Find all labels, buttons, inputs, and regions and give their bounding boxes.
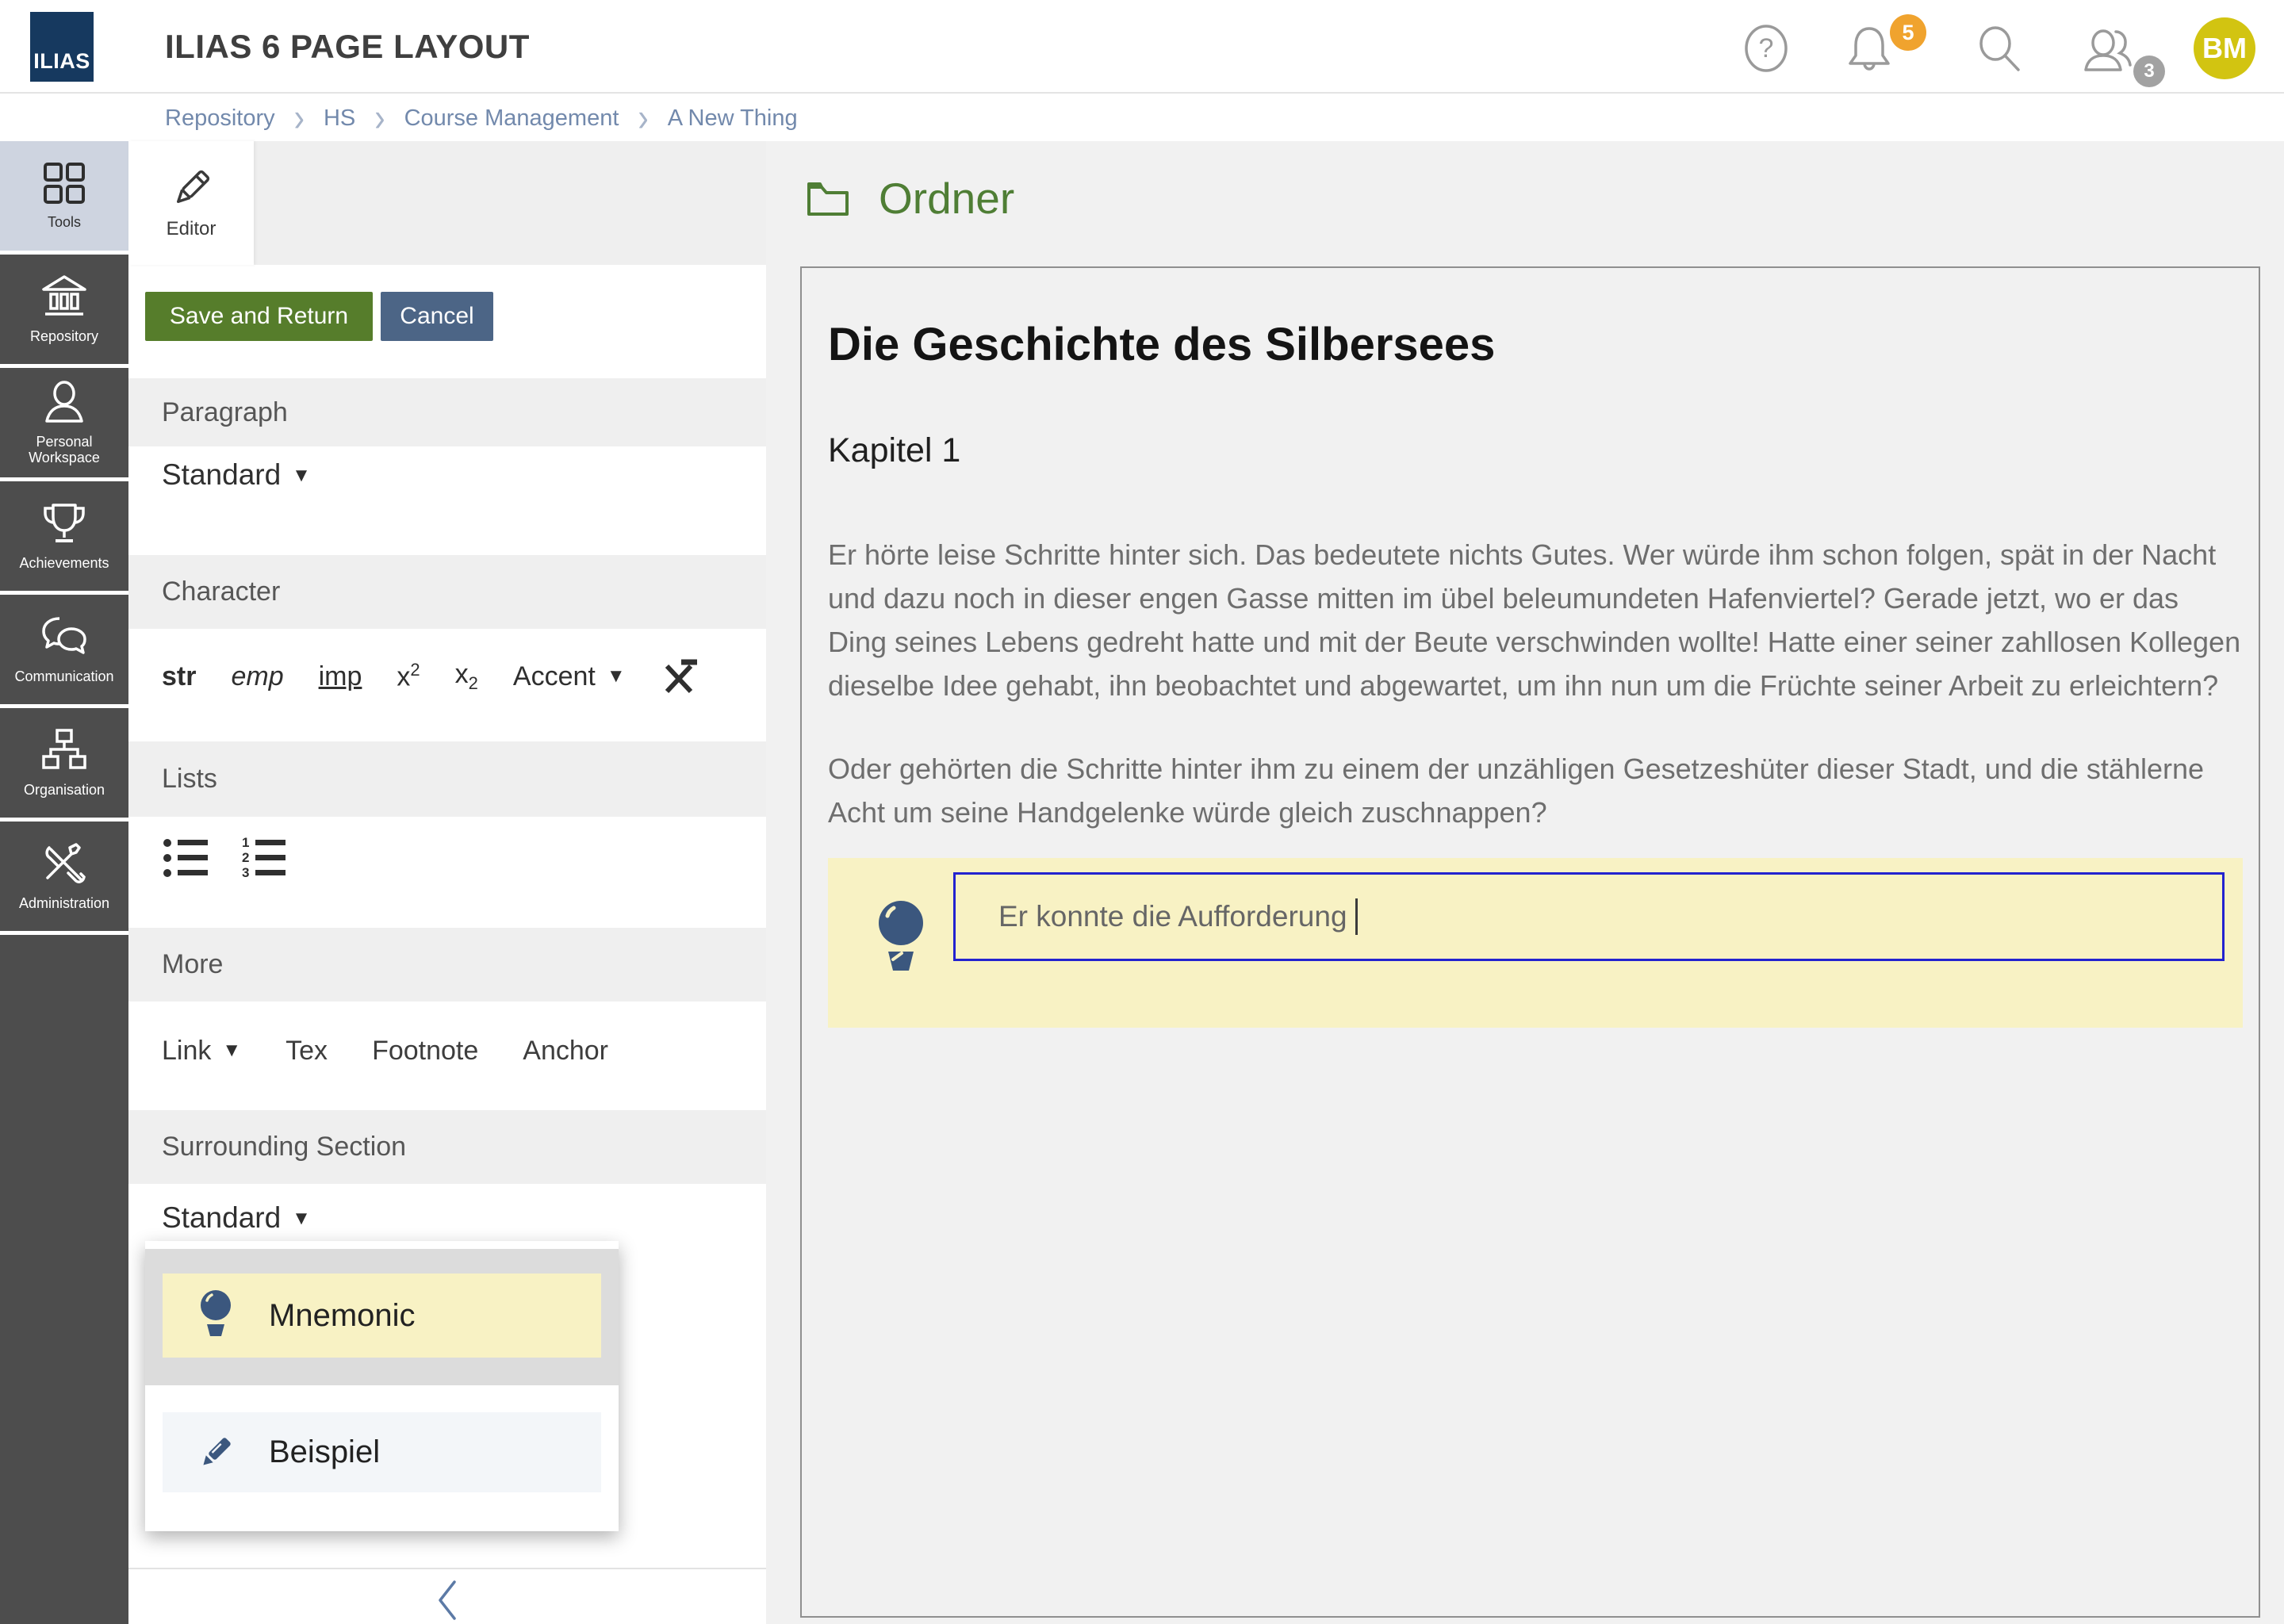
surrounding-style-dropdown[interactable]: Standard▼ — [162, 1201, 311, 1235]
text-cursor — [1355, 898, 1358, 935]
subscript-button[interactable]: x2 — [455, 659, 478, 694]
emphasis-format-button[interactable]: emp — [231, 661, 283, 692]
grid-icon — [41, 162, 87, 205]
chevron-down-icon: ▼ — [292, 1208, 311, 1230]
breadcrumb: Repository › HS › Course Management › A … — [0, 95, 2284, 141]
user-avatar[interactable]: BM — [2194, 17, 2255, 79]
clear-formatting-icon[interactable] — [661, 658, 699, 695]
page-editor-canvas[interactable]: Die Geschichte des Silbersees Kapitel 1 … — [800, 266, 2260, 1618]
bullet-list-icon[interactable] — [162, 835, 211, 881]
help-icon[interactable]: ? — [1743, 24, 1789, 73]
object-title: Ordner — [879, 173, 1014, 224]
section-header-lists: Lists — [128, 741, 766, 817]
breadcrumb-hs[interactable]: HS — [324, 105, 355, 132]
section-header-surrounding-section: Surrounding Section — [128, 1110, 766, 1184]
lightbulb-icon — [877, 899, 925, 982]
article-title: Die Geschichte des Silbersees — [828, 317, 2243, 373]
notifications-bell-icon[interactable] — [1845, 24, 1894, 75]
mnemonic-input-value: Er konnte die Aufforderung — [998, 900, 1347, 933]
top-header-bar: ILIAS ILIAS 6 PAGE LAYOUT ? 5 3 BM — [0, 0, 2284, 94]
anchor-button[interactable]: Anchor — [523, 1036, 608, 1067]
article-paragraph: Oder gehörten die Schritte hinter ihm zu… — [828, 747, 2243, 834]
sidebar-filler — [0, 935, 128, 1624]
sidebar-item-repository[interactable]: Repository — [0, 255, 128, 364]
sidebar-item-organisation[interactable]: Organisation — [0, 708, 128, 818]
surrounding-style-dropdown-menu: Mnemonic Beispiel — [145, 1241, 619, 1531]
svg-text:2: 2 — [242, 850, 249, 865]
trophy-icon — [40, 501, 89, 546]
superscript-button[interactable]: x2 — [397, 660, 420, 692]
collapse-panel-button[interactable] — [423, 1576, 471, 1624]
accent-dropdown[interactable]: Accent▼ — [513, 661, 626, 692]
svg-text:3: 3 — [242, 865, 249, 880]
lightbulb-icon — [198, 1289, 233, 1342]
online-users-icon[interactable] — [2079, 24, 2140, 75]
content-area: Ordner Die Geschichte des Silbersees Kap… — [766, 141, 2284, 1624]
editor-tool-panel: Editor Save and Return Cancel Paragraph … — [128, 141, 766, 1624]
pencil-icon — [198, 1429, 233, 1477]
paragraph-style-dropdown[interactable]: Standard▼ — [162, 458, 311, 492]
sidebar-item-communication[interactable]: Communication — [0, 595, 128, 704]
important-format-button[interactable]: imp — [319, 661, 362, 692]
pencil-icon — [168, 166, 214, 212]
section-header-more: More — [128, 928, 766, 1002]
tex-button[interactable]: Tex — [286, 1036, 328, 1067]
section-header-paragraph: Paragraph — [128, 378, 766, 446]
footnote-button[interactable]: Footnote — [372, 1036, 478, 1067]
mnemonic-text-input[interactable]: Er konnte die Aufforderung — [953, 872, 2225, 961]
chevron-down-icon: ▼ — [222, 1040, 241, 1062]
dropdown-option-mnemonic[interactable]: Mnemonic — [163, 1274, 601, 1358]
bank-icon — [40, 274, 88, 319]
online-users-count-badge[interactable]: 3 — [2133, 56, 2165, 87]
cancel-button[interactable]: Cancel — [381, 292, 493, 341]
sidebar-item-achievements[interactable]: Achievements — [0, 481, 128, 591]
sidebar-item-personal-workspace[interactable]: Personal Workspace — [0, 368, 128, 477]
sidebar-item-administration[interactable]: Administration — [0, 822, 128, 931]
tab-editor[interactable]: Editor — [128, 141, 254, 265]
chat-bubbles-icon — [39, 615, 90, 659]
tools-crossed-icon — [40, 841, 89, 886]
editor-tabstrip: Editor — [128, 141, 766, 265]
strong-format-button[interactable]: str — [162, 661, 196, 692]
page-title: ILIAS 6 PAGE LAYOUT — [165, 0, 530, 94]
dropdown-option-hover: Mnemonic — [145, 1249, 619, 1385]
svg-text:1: 1 — [242, 835, 249, 850]
breadcrumb-a-new-thing[interactable]: A New Thing — [668, 105, 798, 132]
chevron-down-icon: ▼ — [607, 665, 626, 688]
svg-text:?: ? — [1759, 33, 1774, 63]
article-chapter-heading: Kapitel 1 — [828, 430, 2243, 471]
section-header-character: Character — [128, 555, 766, 629]
numbered-list-icon[interactable]: 1 2 3 — [240, 835, 289, 881]
article-paragraph: Er hörte leise Schritte hinter sich. Das… — [828, 533, 2243, 707]
breadcrumb-separator-icon: › — [638, 104, 648, 132]
notification-count-badge[interactable]: 5 — [1890, 14, 1926, 51]
person-icon — [40, 380, 88, 424]
save-and-return-button[interactable]: Save and Return — [145, 292, 373, 341]
folder-icon — [806, 179, 850, 217]
dropdown-option-beispiel[interactable]: Beispiel — [163, 1412, 601, 1492]
object-header: Ordner — [806, 173, 1014, 224]
mnemonic-section: Er konnte die Aufforderung — [828, 858, 2243, 1028]
ilias-logo[interactable]: ILIAS — [30, 12, 94, 82]
chevron-left-icon — [435, 1580, 459, 1621]
breadcrumb-repository[interactable]: Repository — [165, 105, 275, 132]
chevron-down-icon: ▼ — [292, 465, 311, 487]
main-nav-sidebar: Tools Repository Personal Workspace Achi… — [0, 141, 128, 1624]
sidebar-item-tools[interactable]: Tools — [0, 141, 128, 251]
panel-divider — [128, 1568, 766, 1569]
breadcrumb-separator-icon: › — [374, 104, 385, 132]
org-chart-icon — [40, 728, 88, 772]
search-icon[interactable] — [1975, 24, 2024, 75]
link-dropdown[interactable]: Link▼ — [162, 1036, 241, 1067]
breadcrumb-separator-icon: › — [294, 104, 305, 132]
breadcrumb-course-management[interactable]: Course Management — [404, 105, 619, 132]
